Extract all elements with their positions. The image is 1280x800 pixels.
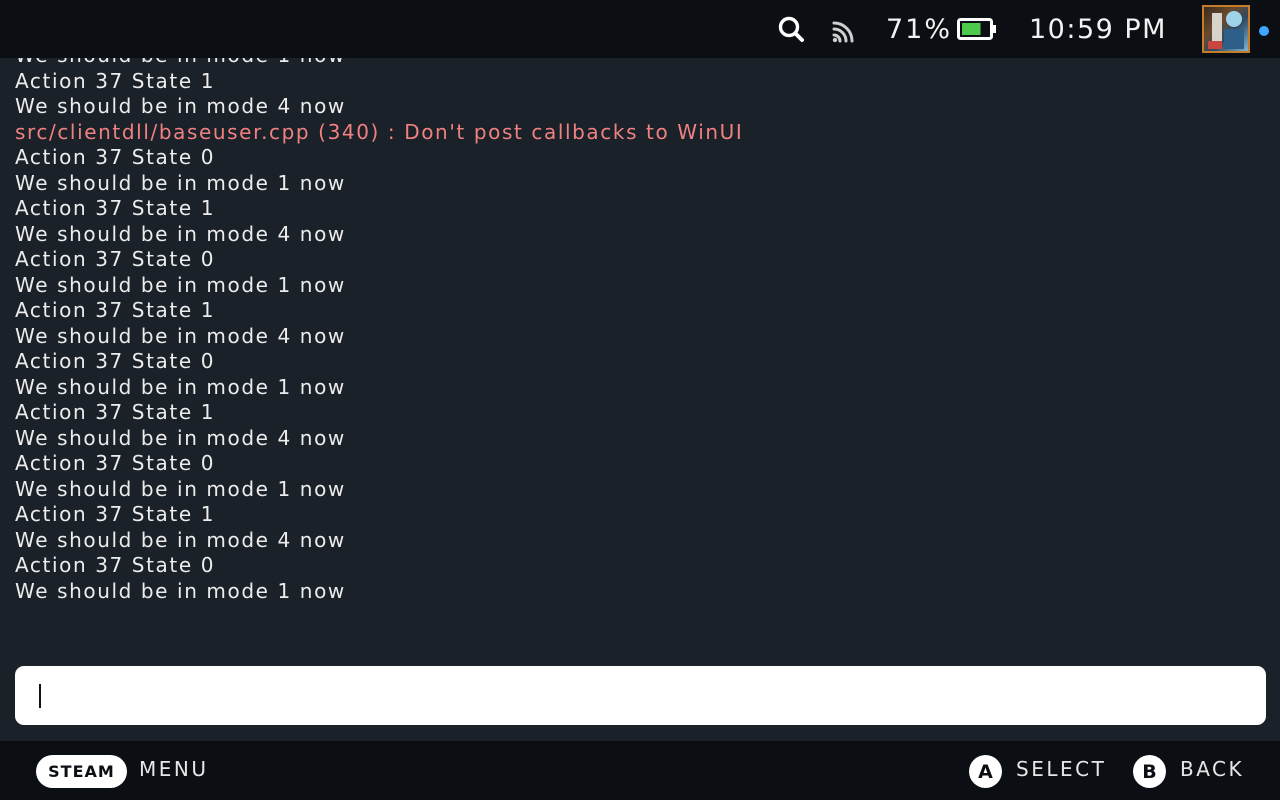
status-bar: 71% 10:59 PM bbox=[0, 0, 1280, 58]
console-line: Action 37 State 0 bbox=[15, 553, 216, 577]
console-line: Action 37 State 1 bbox=[15, 298, 216, 322]
console-line-error: src/clientdll/baseuser.cpp (340) : Don't… bbox=[15, 119, 744, 144]
battery-percentage: 71% bbox=[886, 13, 953, 45]
console-line: We should be in mode 1 now bbox=[15, 476, 346, 501]
command-bar bbox=[0, 658, 1280, 741]
console-line: Action 37 State 0 bbox=[15, 145, 216, 169]
console-line: We should be in mode 4 now bbox=[15, 323, 346, 348]
select-label[interactable]: SELECT bbox=[1016, 739, 1106, 798]
console-line: We should be in mode 1 now bbox=[15, 58, 743, 69]
battery-icon[interactable] bbox=[957, 0, 999, 58]
menu-label[interactable]: MENU bbox=[139, 739, 209, 798]
notification-dot bbox=[1259, 26, 1269, 36]
b-button-icon[interactable]: B bbox=[1133, 755, 1166, 788]
console-line: We should be in mode 1 now bbox=[15, 272, 346, 297]
search-icon[interactable] bbox=[776, 0, 808, 58]
avatar[interactable] bbox=[1202, 5, 1250, 53]
steam-button[interactable]: STEAM bbox=[36, 755, 127, 788]
console-line: We should be in mode 1 now bbox=[15, 170, 346, 195]
console-line: We should be in mode 1 now bbox=[15, 374, 346, 399]
wifi-icon[interactable] bbox=[830, 0, 860, 58]
text-caret bbox=[39, 684, 41, 708]
battery-fill bbox=[962, 23, 981, 35]
console-line: Action 37 State 0 bbox=[15, 247, 216, 271]
console-command-input[interactable] bbox=[15, 666, 1266, 725]
console-line: Action 37 State 0 bbox=[15, 451, 216, 475]
console-line: We should be in mode 4 now bbox=[15, 221, 346, 246]
console-line: Action 37 State 1 bbox=[15, 502, 216, 526]
console-line: We should be in mode 4 now bbox=[15, 425, 346, 450]
console-line: We should be in mode 4 now bbox=[15, 527, 346, 552]
console-line: Action 37 State 1 bbox=[15, 68, 216, 93]
console-line: We should be in mode 4 now bbox=[15, 94, 346, 118]
console-output[interactable]: We should be in mode 1 nowAction 37 Stat… bbox=[0, 58, 1280, 658]
footer-bar: STEAM MENU A SELECT B BACK bbox=[0, 741, 1280, 800]
console-log: We should be in mode 1 nowAction 37 Stat… bbox=[15, 58, 743, 604]
a-button-icon[interactable]: A bbox=[969, 755, 1002, 788]
console-line: Action 37 State 1 bbox=[15, 400, 216, 424]
console-line: We should be in mode 1 now bbox=[15, 578, 346, 603]
console-line: Action 37 State 1 bbox=[15, 196, 216, 220]
console-line: Action 37 State 0 bbox=[15, 349, 216, 373]
back-label[interactable]: BACK bbox=[1180, 739, 1244, 798]
clock: 10:59 PM bbox=[1029, 13, 1167, 45]
